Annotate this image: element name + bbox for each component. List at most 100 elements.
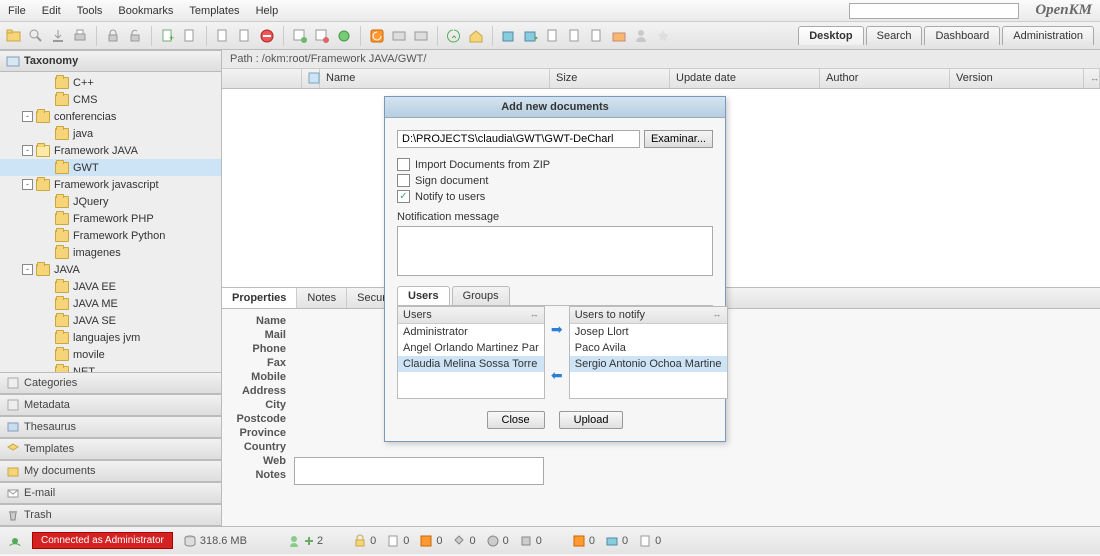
panel-mydocs[interactable]: My documents: [0, 460, 221, 482]
users-resize[interactable]: ↔: [530, 309, 539, 321]
panel-thesaurus[interactable]: Thesaurus: [0, 416, 221, 438]
user-row[interactable]: Angel Orlando Martinez Par: [398, 340, 544, 356]
panel-categories[interactable]: Categories: [0, 372, 221, 394]
notify-list-body[interactable]: Josep LlortPaco AvilaSergio Antonio Ocho…: [570, 324, 727, 398]
tree-node[interactable]: Framework Python: [0, 227, 221, 244]
tree-node[interactable]: C++: [0, 74, 221, 91]
browse-button[interactable]: Examinar...: [644, 130, 713, 148]
properties-remove-icon[interactable]: [314, 28, 330, 44]
quick-search-input[interactable]: [849, 3, 1019, 19]
col-select[interactable]: [302, 69, 320, 88]
unlock-icon[interactable]: [127, 28, 143, 44]
expander-icon[interactable]: -: [22, 145, 33, 156]
menu-file[interactable]: File: [8, 5, 26, 17]
users-list-body[interactable]: AdministratorAngel Orlando Martinez ParC…: [398, 324, 544, 398]
tree-node[interactable]: Framework PHP: [0, 210, 221, 227]
print-icon[interactable]: [72, 28, 88, 44]
tree-node[interactable]: languajes jvm: [0, 329, 221, 346]
box-icon[interactable]: [611, 28, 627, 44]
menu-help[interactable]: Help: [256, 5, 279, 17]
panel-email[interactable]: E-mail: [0, 482, 221, 504]
panel-trash[interactable]: Trash: [0, 504, 221, 526]
refresh-icon[interactable]: [369, 28, 385, 44]
dtab-notes[interactable]: Notes: [297, 288, 347, 308]
notes-textarea[interactable]: [294, 457, 544, 485]
star-icon[interactable]: [655, 28, 671, 44]
col-version[interactable]: Version: [950, 69, 1084, 88]
uploader-icon[interactable]: [413, 28, 429, 44]
expander-icon[interactable]: -: [22, 111, 33, 122]
tab-administration[interactable]: Administration: [1002, 26, 1094, 45]
import-icon[interactable]: [523, 28, 539, 44]
user-row[interactable]: Administrator: [398, 324, 544, 340]
expander-icon[interactable]: -: [22, 179, 33, 190]
user-icon[interactable]: [633, 28, 649, 44]
opt-sign-row[interactable]: Sign document: [397, 174, 713, 187]
checkout-icon[interactable]: [182, 28, 198, 44]
tree-node[interactable]: -Framework javascript: [0, 176, 221, 193]
menu-bookmarks[interactable]: Bookmarks: [118, 5, 173, 17]
cancel-checkout-icon[interactable]: [237, 28, 253, 44]
panel-metadata[interactable]: Metadata: [0, 394, 221, 416]
tree-node[interactable]: JQuery: [0, 193, 221, 210]
col-size[interactable]: Size: [550, 69, 670, 88]
opt-notify-row[interactable]: ✓Notify to users: [397, 190, 713, 203]
export-icon[interactable]: [501, 28, 517, 44]
notify-row[interactable]: Sergio Antonio Ochoa Martine: [570, 356, 727, 372]
tree-node[interactable]: GWT: [0, 159, 221, 176]
upload-button[interactable]: Upload: [559, 411, 624, 429]
opt-zip-checkbox[interactable]: [397, 158, 410, 171]
properties-add-icon[interactable]: [292, 28, 308, 44]
menu-edit[interactable]: Edit: [42, 5, 61, 17]
add-document-icon[interactable]: +: [160, 28, 176, 44]
tree-node[interactable]: CMS: [0, 91, 221, 108]
find-folder-icon[interactable]: [28, 28, 44, 44]
col-update[interactable]: Update date: [670, 69, 820, 88]
notification-msg-textarea[interactable]: [397, 226, 713, 276]
workflow-icon[interactable]: [336, 28, 352, 44]
tree-node[interactable]: -JAVA: [0, 261, 221, 278]
opt-sign-checkbox[interactable]: [397, 174, 410, 187]
bookmark-home-icon[interactable]: [446, 28, 462, 44]
opt-zip-row[interactable]: Import Documents from ZIP: [397, 158, 713, 171]
opt-notify-checkbox[interactable]: ✓: [397, 190, 410, 203]
arrow-add[interactable]: ➡: [549, 322, 565, 338]
col-author[interactable]: Author: [820, 69, 950, 88]
user-row[interactable]: Claudia Melina Sossa Torre: [398, 356, 544, 372]
col-resize[interactable]: ↔: [1084, 69, 1100, 88]
new-folder-icon[interactable]: [6, 28, 22, 44]
lock-icon[interactable]: [105, 28, 121, 44]
expander-icon[interactable]: -: [22, 264, 33, 275]
doc2-icon[interactable]: [589, 28, 605, 44]
dtab-properties[interactable]: Properties: [222, 288, 297, 308]
tree-node[interactable]: imagenes: [0, 244, 221, 261]
notify-row[interactable]: Josep Llort: [570, 324, 727, 340]
doc1-icon[interactable]: [567, 28, 583, 44]
tree-node[interactable]: movile: [0, 346, 221, 363]
tree-node[interactable]: java: [0, 125, 221, 142]
delete-icon[interactable]: [259, 28, 275, 44]
panel-taxonomy[interactable]: Taxonomy: [0, 50, 221, 72]
utab-groups[interactable]: Groups: [452, 286, 510, 305]
menu-tools[interactable]: Tools: [77, 5, 103, 17]
tree-node[interactable]: JAVA ME: [0, 295, 221, 312]
home-icon[interactable]: [468, 28, 484, 44]
file-path-input[interactable]: [397, 130, 640, 148]
tree-node[interactable]: -Framework JAVA: [0, 142, 221, 159]
scanner-icon[interactable]: [391, 28, 407, 44]
col-name[interactable]: Name: [320, 69, 550, 88]
checkin-icon[interactable]: [215, 28, 231, 44]
tree-node[interactable]: JAVA EE: [0, 278, 221, 295]
tree-node[interactable]: JAVA SE: [0, 312, 221, 329]
notify-resize[interactable]: ↔: [713, 309, 722, 321]
tab-search[interactable]: Search: [866, 26, 923, 45]
panel-templates[interactable]: Templates: [0, 438, 221, 460]
tree-node[interactable]: NET: [0, 363, 221, 372]
col-icon[interactable]: [222, 69, 302, 88]
menu-templates[interactable]: Templates: [189, 5, 239, 17]
tab-dashboard[interactable]: Dashboard: [924, 26, 1000, 45]
notify-row[interactable]: Paco Avila: [570, 340, 727, 356]
taxonomy-tree[interactable]: C++CMS-conferenciasjava-Framework JAVAGW…: [0, 72, 221, 372]
arrow-remove[interactable]: ⬅: [549, 368, 565, 384]
omr-icon[interactable]: [545, 28, 561, 44]
